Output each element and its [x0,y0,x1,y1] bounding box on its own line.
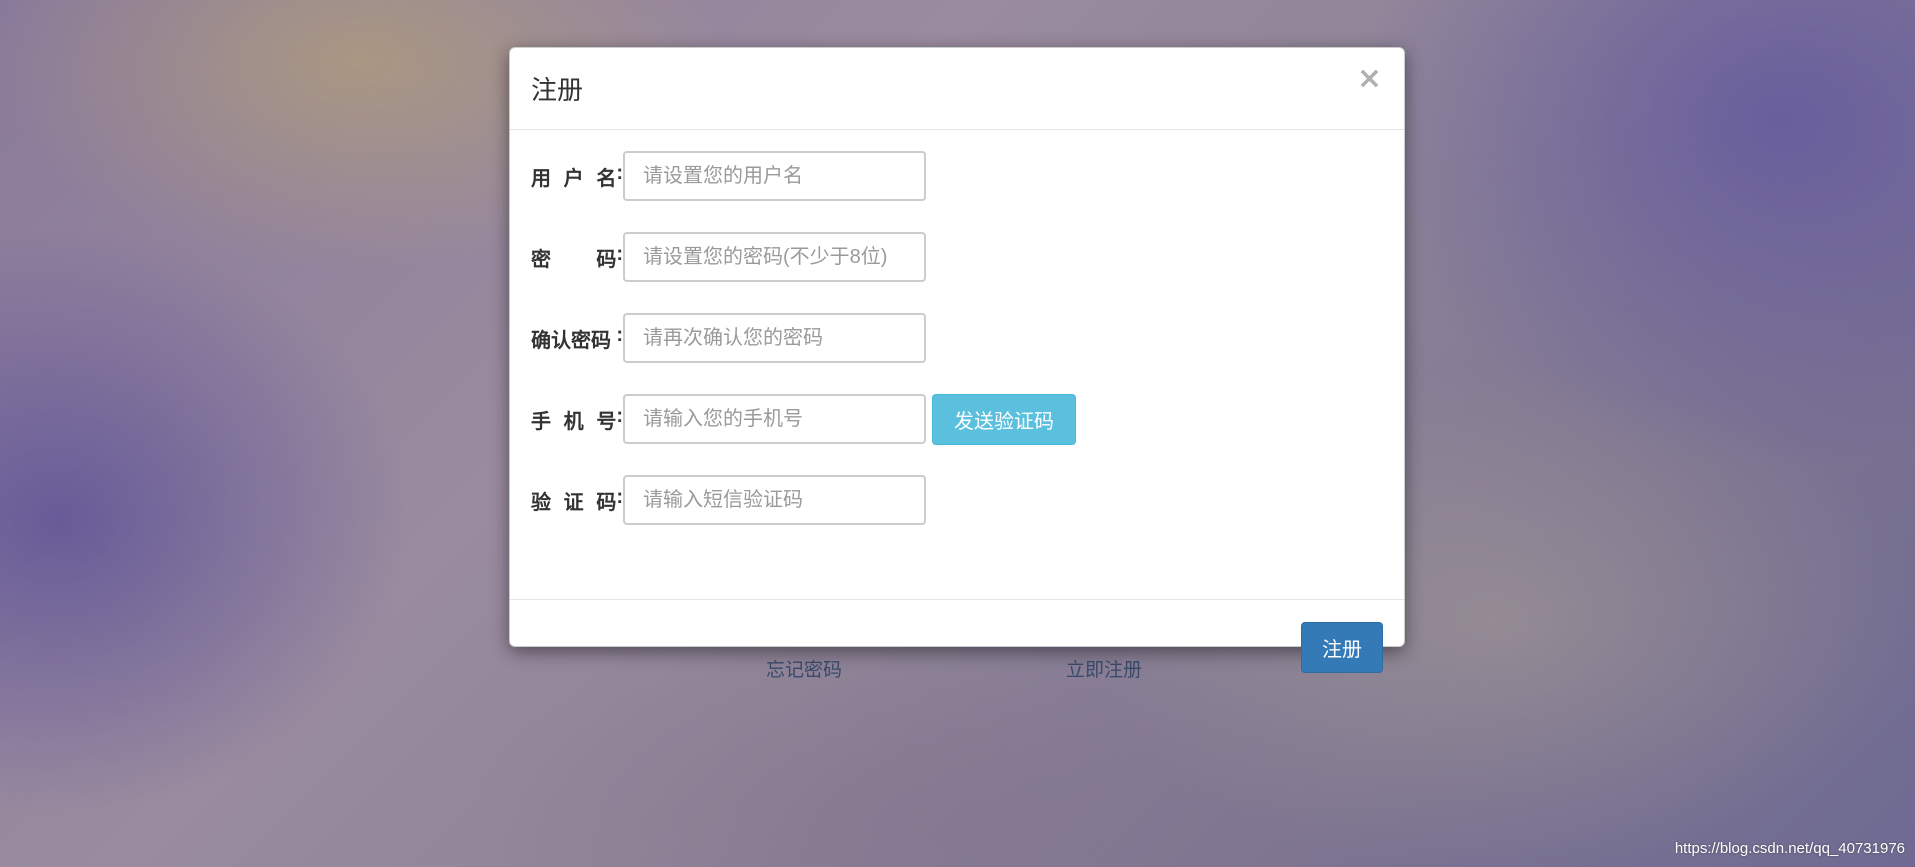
label-colon: : [616,485,623,508]
password-row: 密 码 : [531,231,926,283]
phone-row: 手 机 号 : 发送验证码 [531,393,1076,445]
label-char: 确认密码 [531,329,611,352]
label-char: 用 [531,167,551,190]
verification-code-row: 验 证 码 : [531,474,926,526]
modal-header: 注册 × [510,48,1404,130]
label-colon: : [616,161,623,184]
register-submit-button[interactable]: 注册 [1301,622,1383,673]
password-label: 密 码 : [531,243,623,272]
phone-input[interactable] [623,394,926,444]
label-char: 密 [531,248,551,271]
watermark: https://blog.csdn.net/qq_40731976 [1674,840,1905,857]
label-char: 号 [596,410,617,433]
label-char: 户 [563,167,584,190]
label-char: 码 [596,248,617,271]
username-label: 用 户 名 : [531,162,623,191]
verification-code-input[interactable] [623,475,926,525]
username-row: 用 户 名 : [531,150,926,202]
verification-code-label: 验 证 码 : [531,486,623,515]
label-colon: : [616,242,623,265]
username-input[interactable] [623,151,926,201]
modal-footer: 注册 [510,600,1404,673]
label-char: 名 [596,167,617,190]
close-icon[interactable]: × [1357,64,1382,94]
label-colon: : [616,323,623,346]
label-char: 验 [531,491,551,514]
modal-body: 用 户 名 : 密 码 : 确认密码 [510,130,1404,600]
register-now-link[interactable]: 立即注册 [1066,655,1142,682]
confirm-password-row: 确认密码 : [531,312,926,364]
register-modal: 注册 × 用 户 名 : 密 码 : [509,47,1405,673]
label-char: 机 [563,410,584,433]
label-char: 证 [563,491,584,514]
confirm-password-input[interactable] [623,313,926,363]
label-char: 手 [531,410,551,433]
phone-label: 手 机 号 : [531,405,623,434]
send-code-button[interactable]: 发送验证码 [932,393,1076,445]
label-colon: : [616,404,623,427]
background-links: 忘记密码 立即注册 [0,655,1915,685]
modal-title: 注册 [531,75,584,105]
label-char: 码 [596,491,617,514]
forgot-password-link[interactable]: 忘记密码 [766,655,842,682]
password-input[interactable] [623,232,926,282]
confirm-password-label: 确认密码 : [531,324,623,353]
